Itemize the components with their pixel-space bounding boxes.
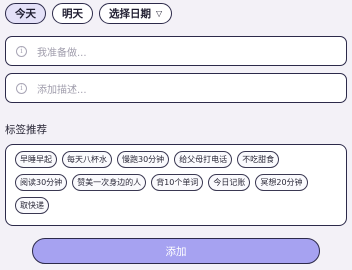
tomorrow-button[interactable]: 明天 bbox=[52, 3, 93, 24]
title-placeholder: 我准备做... bbox=[37, 47, 87, 59]
tag-row: 阅读30分钟 赞美一次身边的人 背10个单词 今日记账 冥想20分钟 bbox=[15, 174, 346, 191]
tags-heading: 标签推荐 bbox=[5, 124, 47, 136]
tag-chip[interactable]: 早睡早起 bbox=[15, 151, 57, 168]
pick-date-label: 选择日期 bbox=[109, 8, 151, 20]
date-selector: 今天 明天 选择日期 ▽ bbox=[5, 3, 173, 24]
triangle-down-icon: ▽ bbox=[156, 9, 163, 18]
tag-chip[interactable]: 给父母打电话 bbox=[174, 151, 233, 168]
description-input[interactable]: i 添加描述... bbox=[5, 73, 347, 103]
tag-suggestions: 早睡早起 每天八杯水 慢跑30分钟 给父母打电话 不吃甜食 阅读30分钟 赞美一… bbox=[5, 144, 347, 226]
title-input[interactable]: i 我准备做... bbox=[5, 36, 347, 66]
tag-chip[interactable]: 每天八杯水 bbox=[62, 151, 112, 168]
tomorrow-label: 明天 bbox=[62, 8, 83, 20]
tag-chip[interactable]: 取快递 bbox=[15, 197, 49, 214]
tag-chip[interactable]: 今日记账 bbox=[208, 174, 251, 191]
new-habit-page: 今天 明天 选择日期 ▽ i 我准备做... i 添加描述... 标签推荐 早睡… bbox=[0, 0, 352, 270]
today-label: 今天 bbox=[15, 8, 36, 20]
tag-chip[interactable]: 慢跑30分钟 bbox=[117, 151, 170, 168]
tag-chip[interactable]: 赞美一次身边的人 bbox=[72, 174, 147, 191]
description-placeholder: 添加描述... bbox=[37, 84, 87, 96]
tag-row: 早睡早起 每天八杯水 慢跑30分钟 给父母打电话 不吃甜食 bbox=[15, 151, 346, 168]
today-button[interactable]: 今天 bbox=[5, 3, 46, 24]
add-button[interactable]: 添加 bbox=[32, 238, 320, 264]
add-button-label: 添加 bbox=[165, 245, 187, 258]
tag-chip[interactable]: 不吃甜食 bbox=[237, 151, 280, 168]
pick-date-button[interactable]: 选择日期 ▽ bbox=[99, 3, 173, 24]
tag-chip[interactable]: 冥想20分钟 bbox=[255, 174, 308, 191]
tag-chip[interactable]: 阅读30分钟 bbox=[15, 174, 68, 191]
tag-row: 取快递 bbox=[15, 197, 346, 214]
info-icon: i bbox=[16, 82, 27, 94]
tag-chip[interactable]: 背10个单词 bbox=[151, 174, 204, 191]
info-icon: i bbox=[16, 45, 27, 57]
